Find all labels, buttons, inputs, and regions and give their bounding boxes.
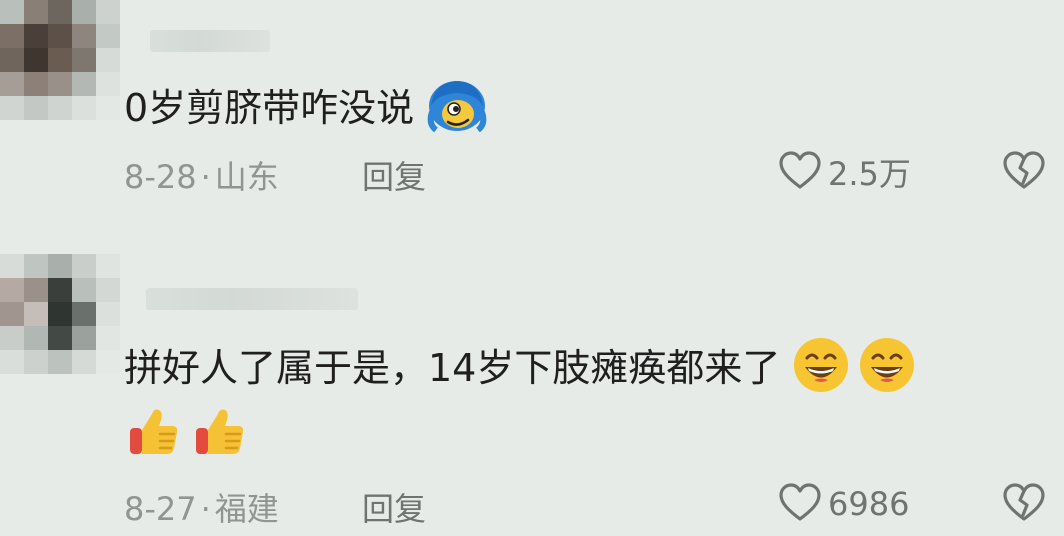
thumbs-up-icon <box>126 404 182 464</box>
heart-icon <box>778 150 822 194</box>
comment-location: 山东 <box>214 158 279 196</box>
broken-heart-icon <box>1002 150 1046 194</box>
comment-text: 拼好人了属于是，14岁下肢瘫痪都来了 <box>124 345 781 390</box>
meta-separator: · <box>200 490 211 528</box>
dislike-button[interactable] <box>1000 482 1048 526</box>
like-count: 6986 <box>828 485 910 523</box>
comment-date: 8-27 <box>124 490 197 528</box>
username[interactable] <box>146 288 358 310</box>
meta-separator: · <box>200 158 211 196</box>
comment-item: 拼好人了属于是，14岁下肢瘫痪都来了 8-27 · 福建 回复 6986 <box>0 236 1064 536</box>
comment-item: 0岁剪脐带咋没说 8-28 · 山东 回复 2.5万 <box>0 0 1064 236</box>
like-button[interactable]: 6986 <box>778 482 909 526</box>
reply-button[interactable]: 回复 <box>362 152 426 198</box>
comment-text: 0岁剪脐带咋没说 <box>124 85 415 130</box>
username[interactable] <box>150 30 270 52</box>
like-count: 2.5万 <box>828 155 911 193</box>
broken-heart-icon <box>1002 482 1046 526</box>
avatar[interactable] <box>0 254 120 374</box>
reply-button[interactable]: 回复 <box>362 484 426 530</box>
comment-text-row: 0岁剪脐带咋没说 <box>124 76 488 145</box>
thumbs-up-icon <box>192 404 248 464</box>
blue-hair-face-icon <box>426 76 488 145</box>
comment-text-row: 拼好人了属于是，14岁下肢瘫痪都来了 <box>124 336 916 405</box>
comment-meta: 8-27 · 福建 <box>124 484 279 530</box>
comment-location: 福建 <box>214 490 279 528</box>
thumbs-row <box>126 404 248 464</box>
grin-emoji-icon <box>792 336 850 405</box>
like-button[interactable]: 2.5万 <box>778 150 911 194</box>
heart-icon <box>778 482 822 526</box>
comment-meta: 8-28 · 山东 <box>124 152 279 198</box>
grin-emoji-icon <box>858 336 916 405</box>
dislike-button[interactable] <box>1000 150 1048 194</box>
avatar[interactable] <box>0 0 120 120</box>
comment-date: 8-28 <box>124 158 197 196</box>
